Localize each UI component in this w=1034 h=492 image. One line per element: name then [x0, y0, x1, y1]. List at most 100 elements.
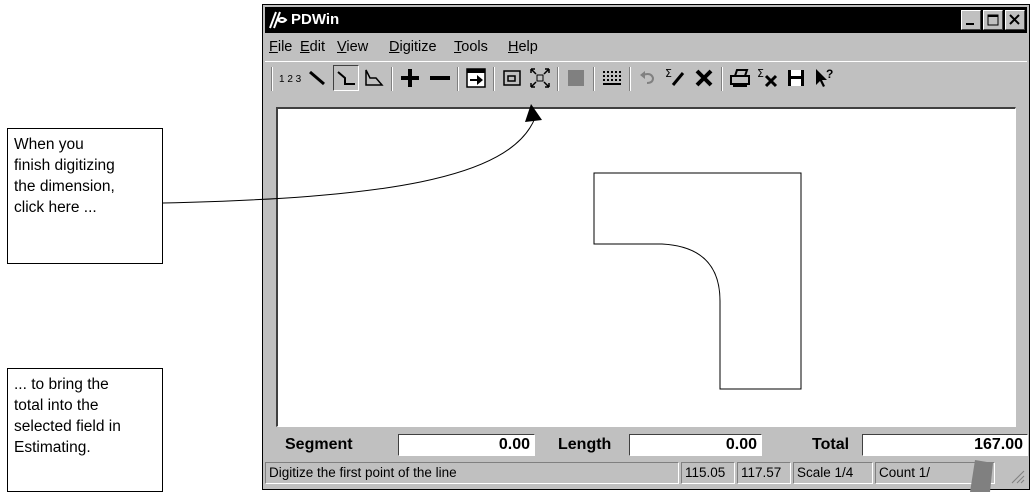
coord-x: 115.05 — [681, 462, 735, 484]
status-bar: Digitize the first point of the line 115… — [265, 460, 1027, 486]
sum-pen-icon: Σ — [665, 67, 685, 86]
callout-top-line-4: click here ... — [14, 199, 97, 216]
coord-y: 117.57 — [737, 462, 791, 484]
segment-label: Segment — [285, 436, 353, 453]
total-label: Total — [812, 436, 850, 453]
menu-digitize-label: igitize — [399, 39, 437, 55]
callout-top-line-2: finish digitizing — [14, 157, 115, 174]
polyline-button[interactable] — [333, 65, 359, 91]
sum-pen-button[interactable]: Σ — [663, 65, 689, 91]
grid-button[interactable] — [599, 65, 625, 91]
window-button[interactable] — [499, 65, 525, 91]
length-field[interactable]: 0.00 — [629, 434, 762, 456]
length-label: Length — [558, 436, 612, 453]
menu-tools[interactable]: Tools — [454, 39, 488, 55]
callout-bottom: ... to bring the total into the selected… — [7, 368, 163, 492]
clear-sum-button[interactable]: Σ — [755, 65, 781, 91]
drawing-canvas[interactable] — [276, 107, 1016, 427]
close-icon — [1009, 14, 1020, 25]
toolbar-separator — [557, 67, 559, 91]
save-button[interactable] — [783, 65, 809, 91]
minimize-button[interactable] — [961, 10, 981, 30]
menu-help-hotkey: H — [508, 39, 519, 55]
send-total-icon — [466, 68, 486, 88]
clear-sum-icon: Σ — [757, 67, 778, 88]
window-title: PDWin — [291, 11, 340, 28]
count-icon-label: 1 2 3 — [279, 74, 302, 85]
menu-file-label: ile — [277, 39, 293, 55]
zoom-extents-icon — [530, 68, 550, 88]
print-button[interactable] — [727, 65, 753, 91]
svg-text:Σ: Σ — [757, 67, 764, 80]
undo-icon — [640, 71, 655, 84]
minus-button[interactable] — [427, 65, 453, 91]
svg-text:Σ: Σ — [665, 67, 672, 80]
count-panel: Count 1/ — [875, 462, 995, 484]
send-total-button[interactable] — [463, 65, 489, 91]
svg-text:?: ? — [826, 67, 833, 81]
segment-field[interactable]: 0.00 — [398, 434, 535, 456]
resize-grip-icon[interactable] — [1009, 468, 1025, 484]
menu-file-hotkey: F — [269, 39, 278, 55]
menu-digitize-hotkey: D — [389, 39, 400, 55]
toolbar-separator — [391, 67, 393, 91]
pdwin-window: PDWin File Edit View Digitize Tools Help… — [262, 4, 1030, 490]
scale-panel: Scale 1/4 — [793, 462, 873, 484]
callout-bottom-line-1: ... to bring the — [14, 376, 109, 393]
callout-bottom-line-4: Estimating. — [14, 439, 91, 456]
app-logo-icon — [268, 10, 288, 30]
status-message: Digitize the first point of the line — [265, 462, 679, 484]
help-pointer-icon: ? — [816, 67, 833, 87]
menu-tools-label: ools — [461, 39, 488, 55]
toolbar-separator — [629, 67, 631, 91]
plus-button[interactable] — [397, 65, 423, 91]
toolbar: 1 2 3 Σ Σ ? — [265, 61, 1027, 96]
callout-top: When you finish digitizing the dimension… — [7, 128, 163, 264]
menu-view-label: iew — [346, 39, 369, 55]
callout-bottom-line-3: selected field in — [14, 418, 121, 435]
menu-file[interactable]: File — [269, 39, 292, 55]
line-button[interactable] — [305, 65, 331, 91]
print-icon — [730, 69, 750, 87]
zoom-extents-button[interactable] — [527, 65, 553, 91]
digitized-shape — [593, 172, 802, 390]
delete-icon — [695, 69, 713, 87]
maximize-button[interactable] — [983, 10, 1003, 30]
menu-edit-label: dit — [309, 39, 325, 55]
close-button[interactable] — [1005, 10, 1025, 30]
toolbar-separator — [721, 67, 723, 91]
minus-icon — [430, 76, 450, 80]
count-button[interactable]: 1 2 3 — [277, 65, 303, 91]
menu-digitize[interactable]: Digitize — [389, 39, 437, 55]
measurement-fields: Segment 0.00 Length 0.00 Total 167.00 — [265, 433, 1028, 457]
polyline-icon — [337, 71, 355, 85]
help-pointer-button[interactable]: ? — [811, 65, 837, 91]
fill-button[interactable] — [563, 65, 589, 91]
delete-button[interactable] — [691, 65, 717, 91]
fill-icon — [568, 70, 584, 86]
undo-button[interactable] — [635, 65, 661, 91]
menu-help[interactable]: Help — [508, 39, 538, 55]
toolbar-separator — [593, 67, 595, 91]
menu-view[interactable]: View — [337, 39, 368, 55]
menu-bar: File Edit View Digitize Tools Help — [265, 35, 1027, 59]
count-icon: 1 2 3 — [279, 74, 302, 85]
minimize-icon — [966, 23, 974, 25]
save-icon — [788, 70, 804, 86]
menu-view-hotkey: V — [337, 39, 347, 55]
callout-top-line-3: the dimension, — [14, 178, 115, 195]
line-icon — [309, 70, 325, 86]
area-button[interactable] — [361, 65, 387, 91]
title-bar[interactable]: PDWin — [265, 7, 1027, 33]
menu-edit[interactable]: Edit — [300, 39, 325, 55]
callout-bottom-line-2: total into the — [14, 397, 99, 414]
grid-icon — [603, 71, 621, 85]
toolbar-separator — [457, 67, 459, 91]
maximize-icon — [987, 14, 999, 26]
area-icon — [365, 69, 384, 86]
menu-help-label: elp — [518, 39, 538, 55]
callout-top-line-1: When you — [14, 136, 84, 153]
total-field[interactable]: 167.00 — [862, 434, 1028, 456]
menu-edit-hotkey: E — [300, 39, 310, 55]
plus-icon — [401, 69, 419, 87]
